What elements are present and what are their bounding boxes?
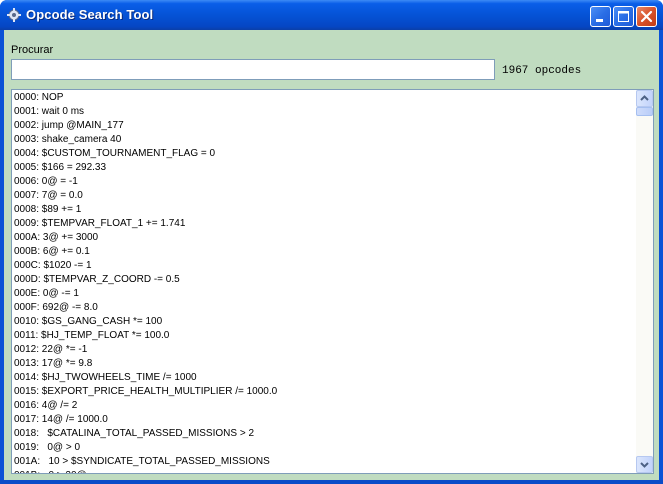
minimize-icon — [596, 19, 603, 22]
opcode-row[interactable]: 0006: 0@ = -1 — [14, 175, 634, 189]
opcode-row[interactable]: 0007: 7@ = 0.0 — [14, 189, 634, 203]
title-bar[interactable]: Opcode Search Tool — [0, 0, 663, 30]
opcode-rows: 0000: NOP 0001: wait 0 ms 0002: jump @MAIN… — [14, 91, 634, 473]
chevron-down-icon — [640, 462, 649, 468]
chevron-up-icon — [640, 95, 649, 101]
opcode-row[interactable]: 000D: $TEMPVAR_Z_COORD -= 0.5 — [14, 273, 634, 287]
opcode-count: 1967 opcodes — [502, 65, 582, 77]
opcode-row[interactable]: 000E: 0@ -= 1 — [14, 287, 634, 301]
vertical-scrollbar[interactable] — [636, 90, 653, 473]
opcode-row[interactable]: 001B: 0 > 20@ — [14, 469, 634, 473]
close-button[interactable] — [636, 6, 657, 27]
search-label: Procurar — [11, 44, 54, 56]
opcode-row[interactable]: 0018: $CATALINA_TOTAL_PASSED_MISSIONS > … — [14, 427, 634, 441]
scroll-up-button[interactable] — [636, 90, 653, 107]
opcode-row[interactable]: 0016: 4@ /= 2 — [14, 399, 634, 413]
opcode-list[interactable]: 0000: NOP 0001: wait 0 ms 0002: jump @MAIN… — [11, 89, 654, 474]
opcode-row[interactable]: 0001: wait 0 ms — [14, 105, 634, 119]
opcode-row[interactable]: 0003: shake_camera 40 — [14, 133, 634, 147]
opcode-row[interactable]: 0019: 0@ > 0 — [14, 441, 634, 455]
app-window: Opcode Search Tool Procurar 1967 opcodes… — [0, 0, 663, 484]
opcode-row[interactable]: 0002: jump @MAIN_177 — [14, 119, 634, 133]
minimize-button[interactable] — [590, 6, 611, 27]
opcode-row[interactable]: 0009: $TEMPVAR_FLOAT_1 += 1.741 — [14, 217, 634, 231]
opcode-row[interactable]: 0013: 17@ *= 9.8 — [14, 357, 634, 371]
maximize-icon — [618, 11, 629, 22]
window-title: Opcode Search Tool — [26, 7, 154, 22]
opcode-row[interactable]: 0000: NOP — [14, 91, 634, 105]
opcode-row[interactable]: 000C: $1020 -= 1 — [14, 259, 634, 273]
opcode-row[interactable]: 000F: 692@ -= 8.0 — [14, 301, 634, 315]
close-icon — [640, 10, 653, 23]
opcode-row[interactable]: 0011: $HJ_TEMP_FLOAT *= 100.0 — [14, 329, 634, 343]
opcode-row[interactable]: 0005: $166 = 292.33 — [14, 161, 634, 175]
opcode-row[interactable]: 0014: $HJ_TWOWHEELS_TIME /= 1000 — [14, 371, 634, 385]
maximize-button[interactable] — [613, 6, 634, 27]
window-frame-bottom — [0, 480, 663, 484]
opcode-row[interactable]: 0017: 14@ /= 1000.0 — [14, 413, 634, 427]
opcode-row[interactable]: 0015: $EXPORT_PRICE_HEALTH_MULTIPLIER /=… — [14, 385, 634, 399]
app-icon — [7, 8, 21, 22]
opcode-row[interactable]: 001A: 10 > $SYNDICATE_TOTAL_PASSED_MISSI… — [14, 455, 634, 469]
opcode-row[interactable]: 0008: $89 += 1 — [14, 203, 634, 217]
scroll-thumb[interactable] — [636, 107, 653, 116]
opcode-row[interactable]: 0010: $GS_GANG_CASH *= 100 — [14, 315, 634, 329]
opcode-row[interactable]: 0004: $CUSTOM_TOURNAMENT_FLAG = 0 — [14, 147, 634, 161]
opcode-row[interactable]: 000B: 6@ += 0.1 — [14, 245, 634, 259]
opcode-row[interactable]: 000A: 3@ += 3000 — [14, 231, 634, 245]
search-input[interactable] — [11, 59, 495, 80]
scroll-down-button[interactable] — [636, 456, 653, 473]
client-area: Procurar 1967 opcodes 0000: NOP 0001: wai… — [4, 30, 659, 480]
opcode-row[interactable]: 0012: 22@ *= -1 — [14, 343, 634, 357]
